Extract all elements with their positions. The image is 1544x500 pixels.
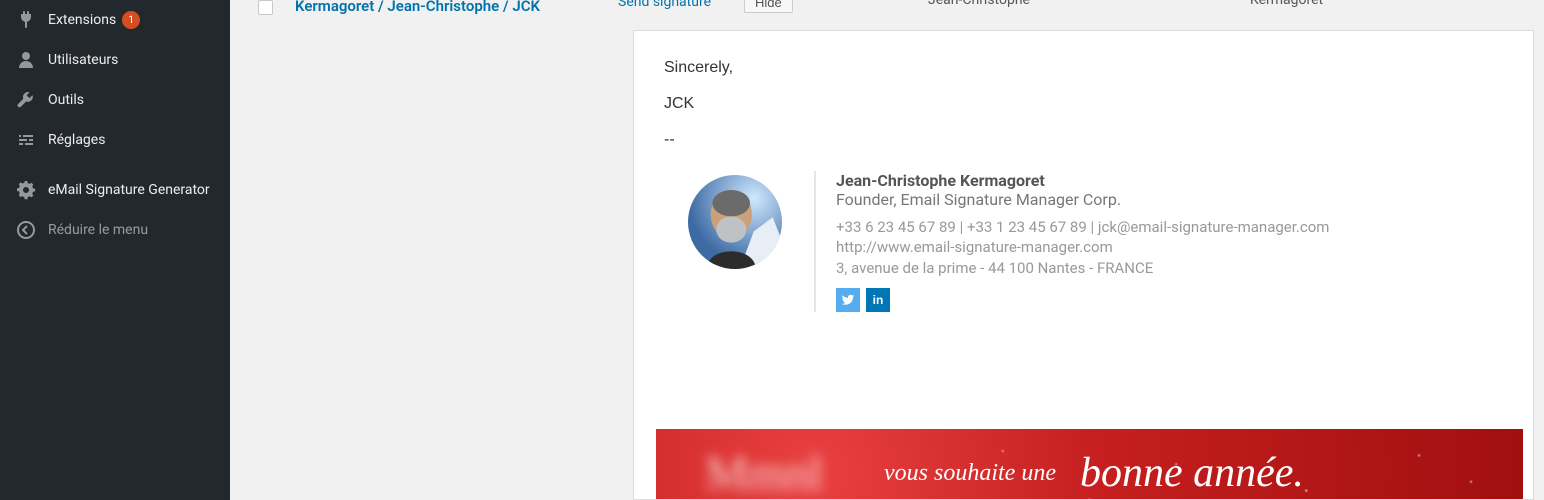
extensions-badge: 1 (122, 11, 140, 29)
signature-body-text: Sincerely, JCK -- (664, 59, 1503, 149)
sidebar-item-settings[interactable]: Réglages (0, 120, 230, 160)
signature-website-link[interactable]: http://www.email-signature-manager.com (836, 238, 1113, 256)
closing-line: Sincerely, (664, 59, 1503, 77)
signature-full-name: Jean-Christophe Kermagoret (836, 171, 1503, 190)
last-name-value: Kermagoret (1250, 0, 1323, 8)
banner-line2: bonne année. (1080, 449, 1304, 497)
banner-logo-blurred: Mmnl (664, 441, 864, 500)
send-signature-link[interactable]: Send signature (618, 0, 711, 10)
signature-preview-panel: Sincerely, JCK -- (633, 30, 1534, 500)
sidebar-item-label: Outils (48, 91, 84, 109)
signature-address: 3, avenue de la prime - 44 100 Nantes - … (836, 258, 1503, 278)
signature-job-title: Founder, Email Signature Manager Corp. (836, 190, 1503, 209)
gear-icon (14, 180, 38, 200)
signature-card: Jean-Christophe Kermagoret Founder, Emai… (664, 171, 1503, 312)
main-content: Kermagoret / Jean-Christophe / JCK Send … (230, 0, 1544, 500)
sidebar-collapse-label: Réduire le menu (48, 221, 148, 239)
entry-title-link[interactable]: Kermagoret / Jean-Christophe / JCK (295, 0, 540, 18)
entry-row: Kermagoret / Jean-Christophe / JCK (258, 0, 598, 18)
hide-button[interactable]: Hide (744, 0, 793, 13)
signature-header-row: Send signature Hide Jean-Christophe Kerm… (610, 0, 1534, 20)
plugin-icon (14, 10, 38, 30)
social-icons-row: in (836, 288, 1503, 312)
twitter-icon[interactable] (836, 288, 860, 312)
settings-sliders-icon (14, 130, 38, 150)
users-icon (14, 50, 38, 70)
sidebar-item-label: Réglages (48, 131, 105, 149)
sidebar-item-email-signature-generator[interactable]: eMail Signature Generator (0, 170, 230, 210)
sidebar-collapse[interactable]: Réduire le menu (0, 210, 230, 250)
first-name-value: Jean-Christophe (928, 0, 1030, 8)
promo-banner: Mmnl vous souhaite une bonne année. (656, 429, 1523, 500)
signature-contacts: +33 6 23 45 67 89 | +33 1 23 45 67 89 | … (836, 217, 1503, 278)
avatar (688, 175, 782, 269)
sidebar-item-label: Extensions (48, 11, 116, 29)
linkedin-icon[interactable]: in (866, 288, 890, 312)
collapse-icon (14, 220, 38, 240)
sidebar-item-extensions[interactable]: Extensions 1 (0, 0, 230, 40)
sidebar-item-users[interactable]: Utilisateurs (0, 40, 230, 80)
sidebar-item-tools[interactable]: Outils (0, 80, 230, 120)
tools-icon (14, 90, 38, 110)
admin-sidebar: Extensions 1 Utilisateurs Outils Réglage… (0, 0, 230, 500)
short-name: JCK (664, 95, 1503, 113)
signature-phones-email: +33 6 23 45 67 89 | +33 1 23 45 67 89 | … (836, 217, 1503, 237)
sidebar-item-label: eMail Signature Generator (48, 181, 210, 199)
row-checkbox[interactable] (258, 0, 273, 15)
banner-line1: vous souhaite une (884, 460, 1056, 487)
separator: -- (664, 131, 1503, 149)
signature-info: Jean-Christophe Kermagoret Founder, Emai… (814, 171, 1503, 312)
sidebar-item-label: Utilisateurs (48, 51, 118, 69)
